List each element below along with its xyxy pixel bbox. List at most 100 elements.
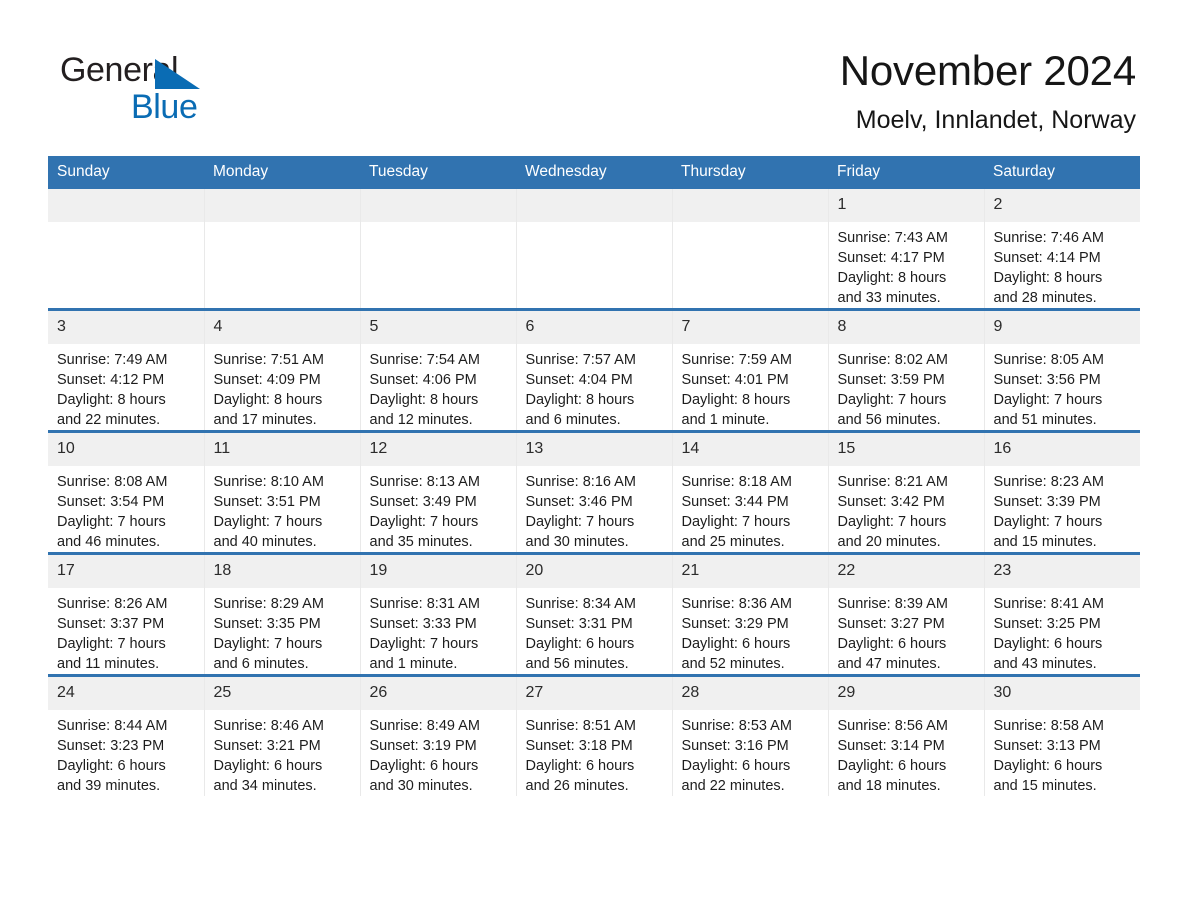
day-number	[204, 188, 360, 222]
calendar-day-cell-empty	[360, 188, 517, 310]
title-block: November 2024 Moelv, Innlandet, Norway	[840, 46, 1136, 135]
day-details: Sunrise: 8:13 AM Sunset: 3:49 PM Daylight:…	[361, 466, 516, 552]
calendar-day-cell[interactable]: 20 Sunrise: 8:34 AM Sunset: 3:31 PM Dayligh…	[516, 551, 673, 676]
day-details: Sunrise: 8:10 AM Sunset: 3:51 PM Daylight:…	[205, 466, 360, 552]
day-details: Sunrise: 8:39 AM Sunset: 3:27 PM Daylight:…	[829, 588, 984, 674]
daylight-text-line1: Daylight: 7 hours	[213, 635, 323, 652]
day-details: Sunrise: 8:02 AM Sunset: 3:59 PM Daylight:…	[829, 344, 984, 430]
day-number: 9	[984, 310, 1140, 344]
day-details: Sunrise: 8:26 AM Sunset: 3:37 PM Daylight:…	[48, 588, 204, 674]
calendar-day-cell[interactable]: 29 Sunrise: 8:56 AM Sunset: 3:14 PM Dayligh…	[828, 673, 985, 796]
calendar-day-cell[interactable]: 30 Sunrise: 8:58 AM Sunset: 3:13 PM Dayligh…	[984, 673, 1141, 796]
daylight-text-line1: Daylight: 7 hours	[993, 391, 1103, 408]
weekday-header-monday: Monday	[204, 155, 360, 189]
daylight-text-line1: Daylight: 7 hours	[57, 513, 166, 530]
calendar-day-cell[interactable]: 18 Sunrise: 8:29 AM Sunset: 3:35 PM Dayligh…	[204, 551, 361, 676]
sunset-text: Sunset: 3:59 PM	[837, 371, 945, 388]
generalblue-logo[interactable]: General Blue	[60, 46, 290, 132]
daylight-text-line1: Daylight: 6 hours	[993, 757, 1103, 774]
day-details: Sunrise: 8:08 AM Sunset: 3:54 PM Daylight:…	[48, 466, 204, 552]
calendar-day-cell[interactable]: 22 Sunrise: 8:39 AM Sunset: 3:27 PM Dayligh…	[828, 551, 985, 676]
sunset-text: Sunset: 4:01 PM	[681, 371, 789, 388]
day-number: 19	[360, 554, 516, 588]
sunset-text: Sunset: 3:44 PM	[681, 493, 789, 510]
calendar-day-cell[interactable]: 23 Sunrise: 8:41 AM Sunset: 3:25 PM Dayligh…	[984, 551, 1140, 676]
calendar-day-cell[interactable]: 8 Sunrise: 8:02 AM Sunset: 3:59 PM Daylight…	[828, 307, 985, 432]
day-number: 26	[360, 676, 516, 710]
calendar-day-cell[interactable]: 14 Sunrise: 8:18 AM Sunset: 3:44 PM Dayligh…	[672, 429, 829, 554]
calendar-day-cell[interactable]: 1 Sunrise: 7:43 AM Sunset: 4:17 PM Daylight…	[828, 188, 985, 310]
day-number: 12	[360, 432, 516, 466]
daylight-text-line2: and 52 minutes.	[681, 655, 785, 672]
day-number: 13	[516, 432, 672, 466]
calendar-day-cell[interactable]: 21 Sunrise: 8:36 AM Sunset: 3:29 PM Dayligh…	[672, 551, 829, 676]
daylight-text-line2: and 35 minutes.	[369, 533, 473, 550]
day-number: 29	[828, 676, 984, 710]
daylight-text-line2: and 56 minutes.	[837, 411, 941, 428]
calendar-day-cell[interactable]: 3 Sunrise: 7:49 AM Sunset: 4:12 PM Daylight…	[48, 307, 205, 432]
daylight-text-line2: and 6 minutes.	[213, 655, 309, 672]
sunset-text: Sunset: 3:23 PM	[57, 737, 165, 754]
day-number: 14	[672, 432, 828, 466]
sunset-text: Sunset: 3:18 PM	[525, 737, 633, 754]
calendar-day-cell[interactable]: 13 Sunrise: 8:16 AM Sunset: 3:46 PM Dayligh…	[516, 429, 673, 554]
calendar-day-cell[interactable]: 26 Sunrise: 8:49 AM Sunset: 3:19 PM Dayligh…	[360, 673, 517, 796]
day-number: 27	[516, 676, 672, 710]
calendar-day-cell[interactable]: 9 Sunrise: 8:05 AM Sunset: 3:56 PM Daylight…	[984, 307, 1140, 432]
calendar-day-cell[interactable]: 25 Sunrise: 8:46 AM Sunset: 3:21 PM Dayligh…	[204, 673, 361, 796]
sunset-text: Sunset: 3:49 PM	[369, 493, 477, 510]
calendar-day-cell[interactable]: 27 Sunrise: 8:51 AM Sunset: 3:18 PM Dayligh…	[516, 673, 673, 796]
sunrise-text: Sunrise: 8:13 AM	[369, 473, 480, 490]
calendar-day-cell[interactable]: 24 Sunrise: 8:44 AM Sunset: 3:23 PM Dayligh…	[48, 673, 205, 796]
sunset-text: Sunset: 3:46 PM	[525, 493, 633, 510]
calendar-day-cell[interactable]: 28 Sunrise: 8:53 AM Sunset: 3:16 PM Dayligh…	[672, 673, 829, 796]
calendar-day-cell[interactable]: 19 Sunrise: 8:31 AM Sunset: 3:33 PM Dayligh…	[360, 551, 517, 676]
day-details: Sunrise: 8:16 AM Sunset: 3:46 PM Daylight:…	[517, 466, 672, 552]
calendar-day-cell[interactable]: 7 Sunrise: 7:59 AM Sunset: 4:01 PM Daylight…	[672, 307, 829, 432]
sunrise-text: Sunrise: 8:41 AM	[993, 595, 1104, 612]
sunset-text: Sunset: 3:31 PM	[525, 615, 633, 632]
sunrise-text: Sunrise: 8:58 AM	[993, 717, 1104, 734]
sunrise-text: Sunrise: 8:44 AM	[57, 717, 168, 734]
calendar-day-cell[interactable]: 4 Sunrise: 7:51 AM Sunset: 4:09 PM Daylight…	[204, 307, 361, 432]
calendar-page: General Blue November 2024 Moelv, Innlan…	[0, 0, 1188, 918]
sunrise-text: Sunrise: 8:10 AM	[213, 473, 324, 490]
page-header: General Blue November 2024 Moelv, Innlan…	[0, 0, 1188, 135]
calendar-day-cell[interactable]: 11 Sunrise: 8:10 AM Sunset: 3:51 PM Dayligh…	[204, 429, 361, 554]
day-number: 5	[360, 310, 516, 344]
calendar-day-cell-empty	[204, 188, 361, 310]
day-number: 11	[204, 432, 360, 466]
day-number: 28	[672, 676, 828, 710]
calendar-day-cell[interactable]: 16 Sunrise: 8:23 AM Sunset: 3:39 PM Dayligh…	[984, 429, 1140, 554]
day-number: 23	[984, 554, 1140, 588]
day-number	[360, 188, 516, 222]
daylight-text-line2: and 56 minutes.	[525, 655, 629, 672]
calendar-day-cell[interactable]: 12 Sunrise: 8:13 AM Sunset: 3:49 PM Dayligh…	[360, 429, 517, 554]
sunset-text: Sunset: 3:29 PM	[681, 615, 789, 632]
calendar-day-cell[interactable]: 6 Sunrise: 7:57 AM Sunset: 4:04 PM Daylight…	[516, 307, 673, 432]
sunset-text: Sunset: 3:39 PM	[993, 493, 1101, 510]
sunset-text: Sunset: 3:33 PM	[369, 615, 477, 632]
daylight-text-line1: Daylight: 6 hours	[837, 635, 947, 652]
sunrise-text: Sunrise: 8:21 AM	[837, 473, 948, 490]
calendar-day-cell[interactable]: 10 Sunrise: 8:08 AM Sunset: 3:54 PM Dayligh…	[48, 429, 205, 554]
calendar-day-cell[interactable]: 15 Sunrise: 8:21 AM Sunset: 3:42 PM Dayligh…	[828, 429, 985, 554]
day-details: Sunrise: 8:58 AM Sunset: 3:13 PM Daylight:…	[985, 710, 1141, 796]
sunset-text: Sunset: 3:21 PM	[213, 737, 321, 754]
daylight-text-line2: and 39 minutes.	[57, 777, 161, 794]
sunrise-text: Sunrise: 8:49 AM	[369, 717, 480, 734]
calendar-day-cell[interactable]: 5 Sunrise: 7:54 AM Sunset: 4:06 PM Daylight…	[360, 307, 517, 432]
sunset-text: Sunset: 4:04 PM	[525, 371, 633, 388]
day-details	[361, 222, 516, 228]
calendar-day-cell[interactable]: 17 Sunrise: 8:26 AM Sunset: 3:37 PM Dayligh…	[48, 551, 205, 676]
daylight-text-line2: and 11 minutes.	[57, 655, 160, 672]
day-details: Sunrise: 8:36 AM Sunset: 3:29 PM Daylight:…	[673, 588, 828, 674]
day-details: Sunrise: 7:46 AM Sunset: 4:14 PM Daylight:…	[985, 222, 1141, 308]
sunrise-text: Sunrise: 7:59 AM	[681, 351, 792, 368]
daylight-text-line2: and 1 minute.	[681, 411, 770, 428]
weekday-header-wednesday: Wednesday	[516, 155, 672, 189]
sunset-text: Sunset: 4:17 PM	[837, 249, 945, 266]
calendar-day-cell[interactable]: 2 Sunrise: 7:46 AM Sunset: 4:14 PM Daylight…	[984, 188, 1141, 310]
calendar-week-row: 17 Sunrise: 8:26 AM Sunset: 3:37 PM Dayligh…	[48, 551, 1140, 676]
sunset-text: Sunset: 3:19 PM	[369, 737, 477, 754]
